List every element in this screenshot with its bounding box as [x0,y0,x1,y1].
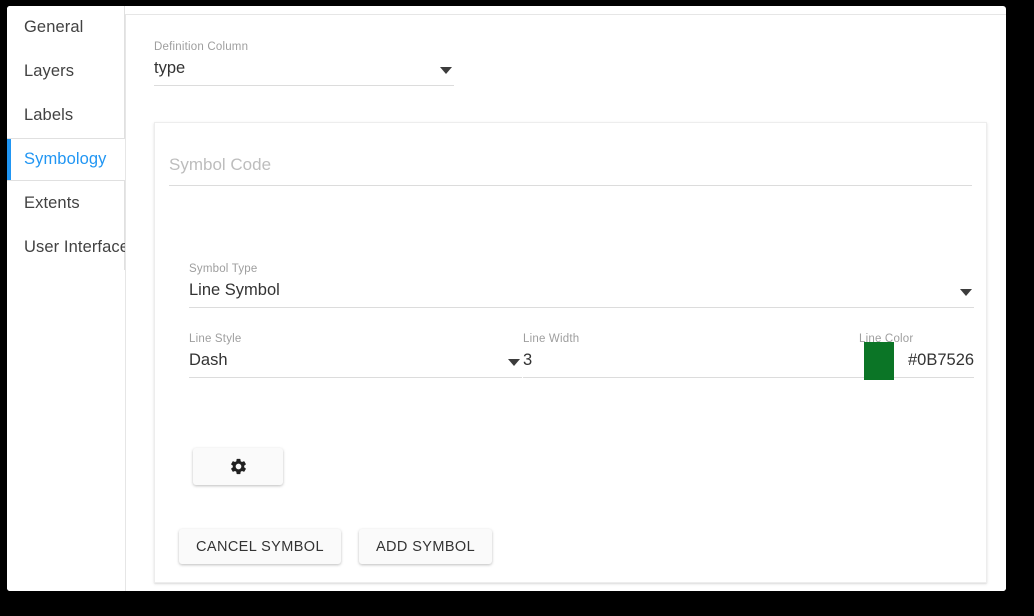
sidebar-item-label: User Interface [24,238,130,256]
settings-sidebar: General Layers Labels Symbology Extents … [7,6,129,591]
symbol-type-select[interactable]: Symbol Type Line Symbol [189,263,974,308]
symbol-settings-button[interactable] [193,448,283,485]
definition-column-select[interactable]: Definition Column type [154,41,454,86]
line-width-label: Line Width [523,333,580,345]
sidebar-item-user-interface[interactable]: User Interface [7,226,129,269]
sidebar-item-layers[interactable]: Layers [7,50,125,93]
color-swatch[interactable] [864,341,894,380]
app-card: General Layers Labels Symbology Extents … [7,6,1006,591]
window-frame: General Layers Labels Symbology Extents … [0,0,1034,616]
symbol-editor-panel: Symbol Code Symbol Type Line Symbol Line… [154,122,987,583]
line-style-value: Dash [189,351,522,378]
definition-column-value: type [154,59,454,86]
line-style-label: Line Style [189,333,242,345]
symbol-code-placeholder: Symbol Code [169,155,972,186]
line-color-value: #0B7526 [908,351,975,369]
line-color-input[interactable]: Line Color #0B7526 [859,333,975,380]
cancel-symbol-button[interactable]: CANCEL SYMBOL [179,529,341,564]
gear-icon [229,457,248,476]
add-symbol-button[interactable]: ADD SYMBOL [358,529,493,564]
sidebar-item-labels[interactable]: Labels [7,94,125,137]
sidebar-item-label: Labels [24,106,74,124]
sidebar-divider [7,269,125,270]
sidebar-item-label: Symbology [24,150,107,168]
symbology-panel: Definition Column type Symbol Code Symbo… [125,14,1006,591]
symbol-type-label: Symbol Type [189,263,258,275]
line-style-select[interactable]: Line Style Dash [189,333,522,378]
sidebar-item-general[interactable]: General [7,6,125,49]
chevron-down-icon [440,67,452,74]
sidebar-item-extents[interactable]: Extents [7,182,125,225]
symbol-action-buttons: CANCEL SYMBOL ADD SYMBOL [179,529,493,564]
line-width-value: 3 [523,351,859,378]
symbol-type-value: Line Symbol [189,281,974,308]
chevron-down-icon [508,359,520,366]
symbol-code-input[interactable]: Symbol Code [169,155,972,186]
line-color-row: #0B7526 [859,341,975,380]
sidebar-item-symbology[interactable]: Symbology [7,138,125,181]
line-width-input[interactable]: Line Width 3 [523,333,859,378]
definition-column-label: Definition Column [154,41,249,53]
sidebar-item-label: General [24,18,84,36]
sidebar-item-label: Layers [24,62,75,80]
sidebar-item-label: Extents [24,194,80,212]
chevron-down-icon [960,289,972,296]
